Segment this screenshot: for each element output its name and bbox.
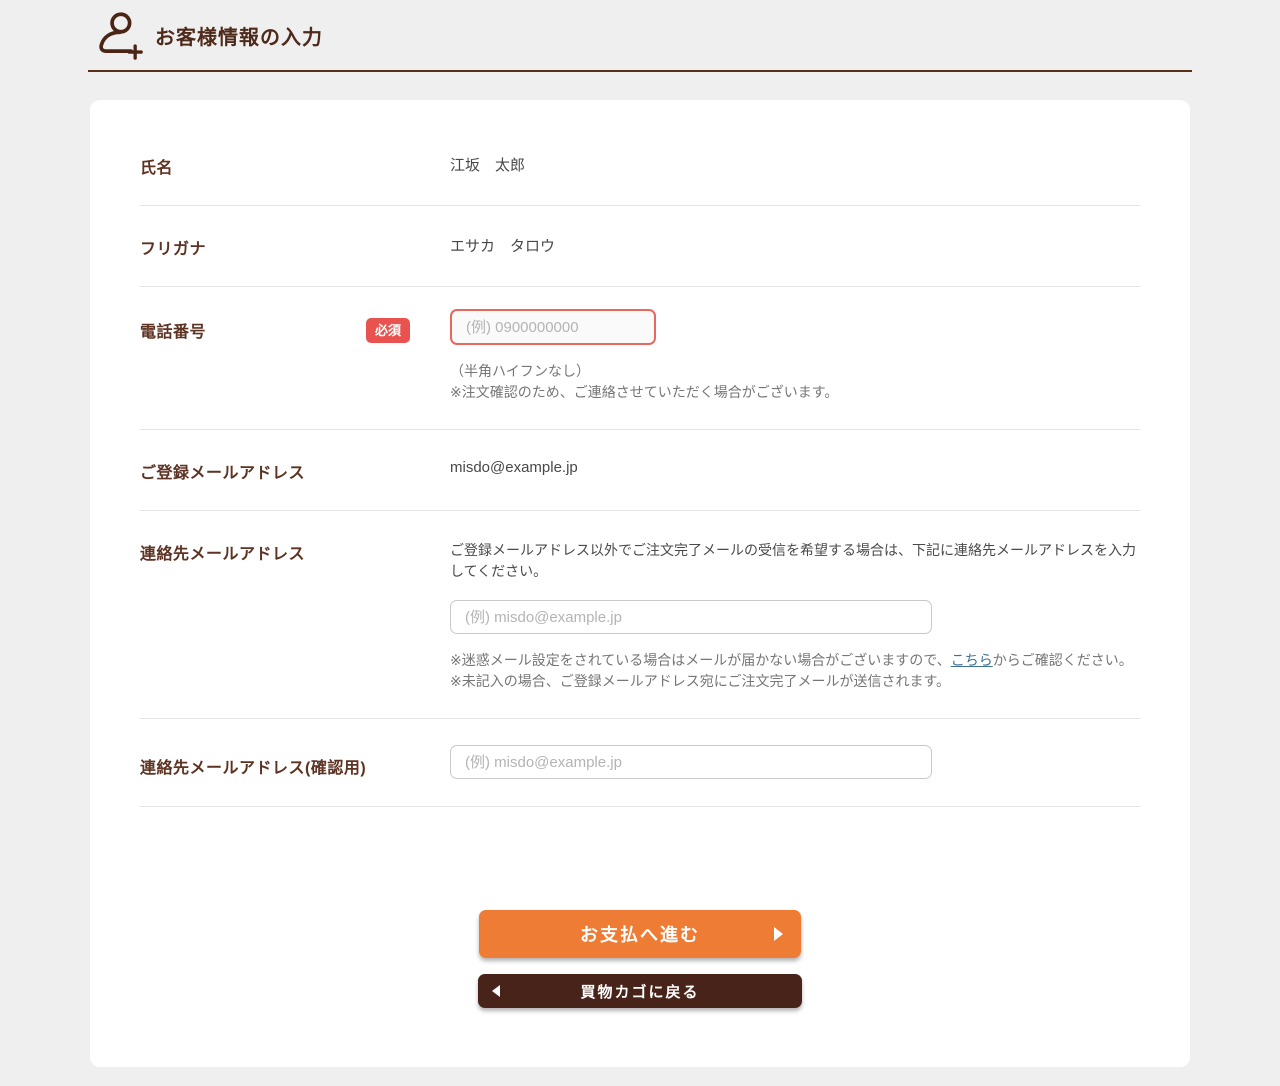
arrow-right-icon [774,927,783,941]
person-add-icon [95,10,143,60]
contact-email-note-spam: ※迷惑メール設定をされている場合はメールが届かない場合がございますので、こちらか… [450,650,1140,671]
row-furigana: フリガナ エサカ タロウ [140,206,1140,287]
name-label: 氏名 [140,154,173,178]
required-badge: 必須 [366,318,410,343]
phone-note-format: （半角ハイフンなし） [450,361,1140,382]
phone-label: 電話番号 [140,318,206,342]
proceed-button-label: お支払へ進む [580,921,700,947]
row-phone: 電話番号 必須 （半角ハイフンなし） ※注文確認のため、ご連絡させていただく場合… [140,287,1140,430]
row-registered-email: ご登録メールアドレス misdo@example.jp [140,430,1140,511]
registered-email-value: misdo@example.jp [450,459,578,476]
phone-note-contact: ※注文確認のため、ご連絡させていただく場合がございます。 [450,382,1140,403]
row-name: 氏名 江坂 太郎 [140,125,1140,206]
registered-email-label: ご登録メールアドレス [140,459,305,483]
row-contact-email: 連絡先メールアドレス ご登録メールアドレス以外でご注文完了メールの受信を希望する… [140,511,1140,719]
customer-info-card: 氏名 江坂 太郎 フリガナ エサカ タロウ 電話番号 必須 （半角ハイフンなし）… [90,100,1190,1067]
phone-input[interactable] [450,309,656,345]
name-value: 江坂 太郎 [450,157,525,174]
actions-area: お支払へ進む 買物カゴに戻る [140,910,1140,1067]
back-button-label: 買物カゴに戻る [580,981,699,1002]
furigana-value: エサカ タロウ [450,238,555,255]
proceed-to-payment-button[interactable]: お支払へ進む [479,910,801,958]
contact-email-confirm-label: 連絡先メールアドレス(確認用) [140,754,366,778]
contact-email-description: ご登録メールアドレス以外でご注文完了メールの受信を希望する場合は、下記に連絡先メ… [450,540,1140,582]
furigana-label: フリガナ [140,235,206,259]
contact-email-note-blank: ※未記入の場合、ご登録メールアドレス宛にご注文完了メールが送信されます。 [450,671,1140,692]
contact-email-label: 連絡先メールアドレス [140,540,305,564]
contact-email-input[interactable] [450,600,932,634]
page-header: お客様情報の入力 [88,0,1192,72]
page-title: お客様情報の入力 [155,21,323,50]
kochira-link[interactable]: こちら [951,652,993,668]
back-to-cart-button[interactable]: 買物カゴに戻る [478,974,802,1008]
arrow-left-icon [492,985,500,997]
contact-email-confirm-input[interactable] [450,745,932,779]
row-contact-email-confirm: 連絡先メールアドレス(確認用) [140,719,1140,807]
